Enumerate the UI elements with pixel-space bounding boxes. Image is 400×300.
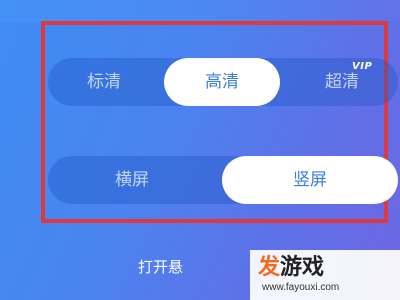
orientation-option-portrait[interactable]: 竖屏 [222,156,398,204]
quality-option-sd[interactable]: 标清 [48,58,160,106]
quality-option-hd[interactable]: 高清 [164,58,280,106]
orientation-segmented-control: 横屏 竖屏 [48,156,398,204]
watermark: 发游戏 www.fayouxi.com [250,250,400,300]
watermark-logo-accent: 发 [258,255,281,280]
top-band [0,0,400,22]
orientation-option-landscape[interactable]: 横屏 [48,156,216,204]
watermark-url: www.fayouxi.com [262,282,340,293]
watermark-logo-rest: 游戏 [280,255,325,280]
watermark-logo: 发游戏 [258,254,324,282]
float-window-toggle-label[interactable]: 打开悬 [138,256,183,277]
quality-option-fhd[interactable]: 超清 [286,58,398,106]
quality-segmented-control: 标清 高清 超清 [48,58,398,106]
vip-badge: VIP [352,61,373,72]
